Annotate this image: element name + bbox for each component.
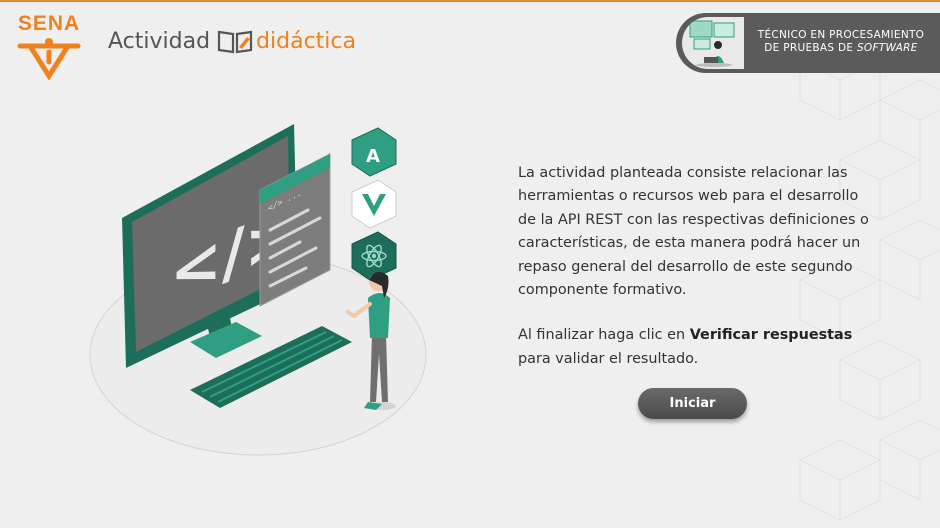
vue-icon [351,179,397,229]
verify-answers-emphasis: Verificar respuestas [689,327,853,344]
sena-logo: SENA [14,12,84,80]
activity-title-word: Actividad [108,28,211,54]
description-paragraph-2-prefix: Al finalizar haga clic en [518,327,690,344]
developer-illustration: </> </> ... A [89,124,427,456]
badge-line-2-prefix: DE PRUEBAS DE [764,42,857,54]
description-paragraph-2: Al finalizar haga clic en Verificar resp… [518,324,878,371]
badge-line-2: DE PRUEBAS DE SOFTWARE [748,42,934,55]
start-button[interactable]: Iniciar [638,388,747,419]
top-accent-line [0,0,940,2]
open-book-pencil-icon [217,30,253,54]
activity-title: Actividad didáctica [108,28,356,54]
program-badge: TÉCNICO EN PROCESAMIENTO DE PRUEBAS DE S… [676,13,940,73]
badge-illustration [682,17,744,69]
sena-logo-mark [17,38,81,80]
badge-line-1: TÉCNICO EN PROCESAMIENTO [757,29,925,41]
react-icon [351,231,397,281]
activity-description: La actividad planteada consiste relacion… [518,162,878,371]
description-paragraph-1: La actividad planteada consiste relacion… [518,165,869,299]
description-paragraph-2-suffix: para validar el resultado. [518,350,699,367]
person-laptop-icon [689,20,735,67]
angular-icon: A [351,127,397,177]
badge-text: TÉCNICO EN PROCESAMIENTO DE PRUEBAS DE S… [748,29,934,55]
badge-line-2-italic: SOFTWARE [856,42,918,54]
didactica-word: didáctica [256,28,356,54]
svg-text:A: A [366,146,380,167]
